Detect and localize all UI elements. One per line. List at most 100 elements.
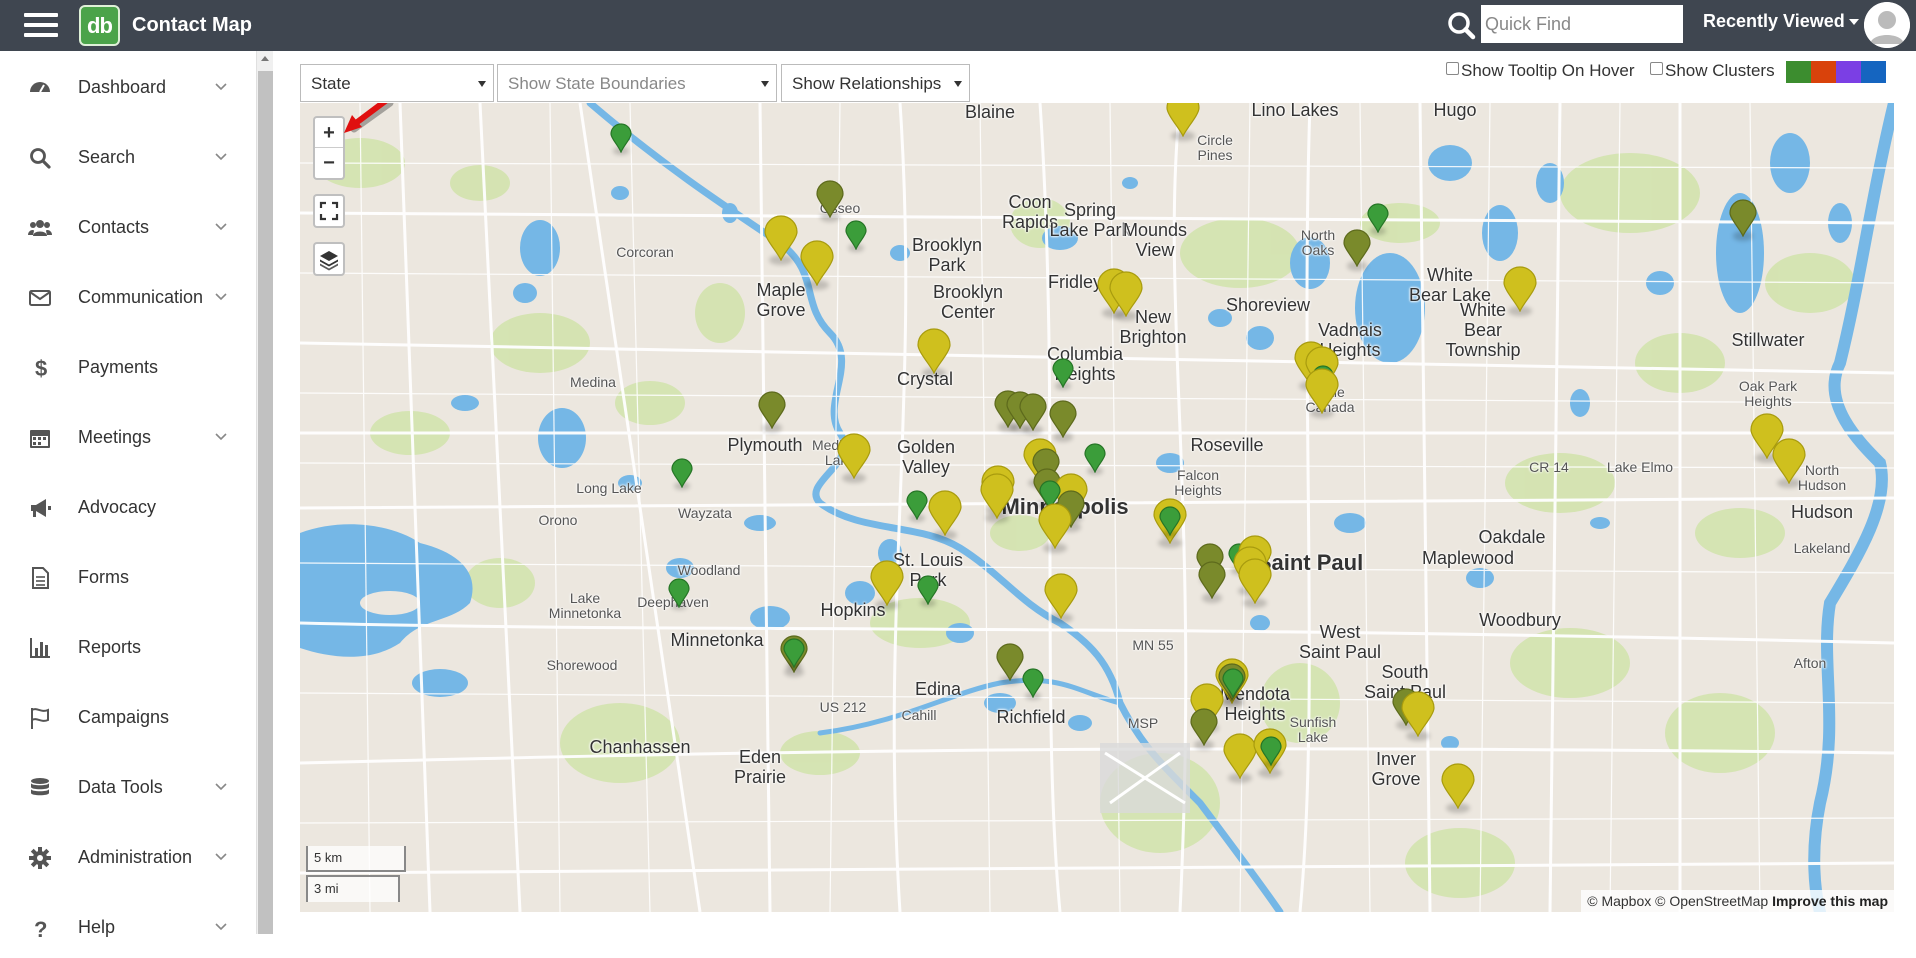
contact-marker-yellow[interactable]: [1038, 503, 1072, 555]
sidebar-item-dashboard[interactable]: Dashboard: [0, 58, 254, 118]
zoom-in-button[interactable]: +: [315, 118, 343, 148]
map-pin-icon: [1084, 443, 1106, 473]
recently-viewed-dropdown[interactable]: Recently Viewed: [1703, 11, 1859, 32]
sidebar-item-data-tools[interactable]: Data Tools: [0, 758, 254, 818]
chevron-down-icon[interactable]: [214, 430, 228, 444]
contact-marker-green[interactable]: [1022, 668, 1044, 704]
app-logo[interactable]: db: [79, 5, 120, 46]
chevron-down-icon[interactable]: [214, 290, 228, 304]
sidebar-item-communication[interactable]: Communication: [0, 268, 254, 328]
contact-marker-green[interactable]: [906, 490, 928, 526]
state-boundaries-select[interactable]: Show State Boundaries: [497, 64, 777, 102]
chevron-down-icon[interactable]: [214, 850, 228, 864]
color-swatch-blue[interactable]: [1861, 61, 1886, 83]
color-swatch-red[interactable]: [1811, 61, 1836, 83]
map-pin-icon: [816, 180, 844, 218]
avatar[interactable]: [1864, 2, 1910, 48]
scroll-up-icon[interactable]: [261, 56, 269, 61]
contact-marker-yellow[interactable]: [800, 240, 834, 292]
contact-marker-yellow[interactable]: [917, 328, 951, 380]
contact-marker-olive[interactable]: [1343, 229, 1371, 273]
place-label: Sunfish Lake: [1289, 714, 1337, 746]
contact-marker-green[interactable]: [668, 578, 690, 614]
hamburger-menu-icon[interactable]: [24, 11, 58, 39]
relationships-select[interactable]: Show Relationships: [781, 64, 970, 102]
map-pin-icon: [996, 643, 1024, 681]
improve-map-link[interactable]: Improve this map: [1772, 893, 1888, 909]
contact-marker-yellow[interactable]: [1772, 438, 1806, 490]
contact-marker-green[interactable]: [610, 123, 632, 159]
contact-marker-green[interactable]: [1222, 668, 1244, 704]
sidebar-item-reports[interactable]: Reports: [0, 618, 254, 678]
contact-marker-yellow[interactable]: [870, 560, 904, 612]
chevron-down-icon[interactable]: [214, 150, 228, 164]
scrollbar-thumb[interactable]: [258, 71, 273, 934]
contact-marker-green[interactable]: [671, 458, 693, 494]
quick-find-input[interactable]: [1481, 5, 1683, 43]
megaphone-icon: [28, 496, 52, 520]
contact-marker-yellow[interactable]: [1223, 733, 1257, 785]
fullscreen-button[interactable]: [313, 194, 345, 228]
contact-marker-yellow[interactable]: [928, 490, 962, 542]
contact-marker-yellow[interactable]: [1503, 266, 1537, 318]
color-swatch-purple[interactable]: [1836, 61, 1861, 83]
chevron-down-icon[interactable]: [214, 220, 228, 234]
contact-marker-olive[interactable]: [996, 643, 1024, 687]
zoom-out-button[interactable]: −: [315, 148, 343, 178]
attribution-text[interactable]: © Mapbox © OpenStreetMap: [1587, 893, 1768, 909]
contact-marker-yellow[interactable]: [1401, 691, 1435, 743]
sidebar-item-administration[interactable]: Administration: [0, 828, 254, 888]
map-pin-icon: [1049, 400, 1077, 438]
place-label: CR 14: [1529, 459, 1569, 475]
state-select[interactable]: State: [300, 64, 494, 102]
contact-marker-yellow[interactable]: [980, 473, 1014, 525]
contact-marker-olive[interactable]: [1729, 199, 1757, 243]
sidebar-scrollbar[interactable]: [256, 51, 273, 934]
map-pin-icon: [1343, 229, 1371, 267]
sidebar-item-label: Communication: [78, 287, 204, 307]
chevron-down-icon[interactable]: [214, 80, 228, 94]
contact-marker-yellow[interactable]: [1044, 573, 1078, 625]
contact-marker-olive[interactable]: [1190, 708, 1218, 752]
contact-marker-yellow[interactable]: [1441, 763, 1475, 815]
contact-marker-green[interactable]: [845, 220, 867, 256]
contact-marker-green[interactable]: [1260, 736, 1282, 772]
sidebar-item-help[interactable]: ? Help: [0, 898, 254, 958]
scale-mi: 3 mi: [306, 875, 400, 902]
tooltip-on-hover-option[interactable]: Show Tooltip On Hover: [1446, 61, 1635, 81]
sidebar-item-meetings[interactable]: Meetings: [0, 408, 254, 468]
contact-map[interactable]: Blaine Lino Lakes Hugo Circle Pines Osseo Coon…: [300, 103, 1894, 912]
chevron-down-icon[interactable]: [214, 780, 228, 794]
color-swatch-green[interactable]: [1786, 61, 1811, 83]
contact-marker-olive[interactable]: [758, 391, 786, 435]
show-clusters-checkbox[interactable]: [1650, 62, 1663, 75]
sidebar-item-forms[interactable]: Forms: [0, 548, 254, 608]
contact-marker-yellow[interactable]: [1238, 558, 1272, 610]
contact-marker-olive[interactable]: [816, 180, 844, 224]
contact-marker-yellow[interactable]: [837, 433, 871, 485]
contact-marker-yellow[interactable]: [1109, 271, 1143, 323]
sidebar-item-advocacy[interactable]: Advocacy: [0, 478, 254, 538]
map-pin-icon: [980, 473, 1014, 519]
contact-marker-yellow[interactable]: [1166, 103, 1200, 143]
sidebar-item-campaigns[interactable]: Campaigns: [0, 688, 254, 748]
contact-marker-green[interactable]: [917, 575, 939, 611]
place-label: Mounds View: [1122, 220, 1188, 260]
contact-marker-green[interactable]: [783, 638, 805, 674]
search-icon[interactable]: [1443, 7, 1480, 44]
sidebar-item-search[interactable]: Search: [0, 128, 254, 188]
contact-marker-green[interactable]: [1159, 506, 1181, 542]
contact-marker-yellow[interactable]: [1305, 368, 1339, 420]
map-pin-icon: [668, 578, 690, 608]
sidebar-item-payments[interactable]: $ Payments: [0, 338, 254, 398]
tooltip-on-hover-checkbox[interactable]: [1446, 62, 1459, 75]
map-pin-icon: [1441, 763, 1475, 809]
contact-marker-yellow[interactable]: [764, 215, 798, 267]
layers-button[interactable]: [313, 242, 345, 276]
contact-marker-olive[interactable]: [1019, 393, 1047, 437]
show-clusters-option[interactable]: Show Clusters: [1650, 61, 1775, 81]
contact-marker-green[interactable]: [1052, 358, 1074, 394]
chevron-down-icon[interactable]: [214, 920, 228, 934]
contact-marker-olive[interactable]: [1198, 561, 1226, 605]
sidebar-item-contacts[interactable]: Contacts: [0, 198, 254, 258]
